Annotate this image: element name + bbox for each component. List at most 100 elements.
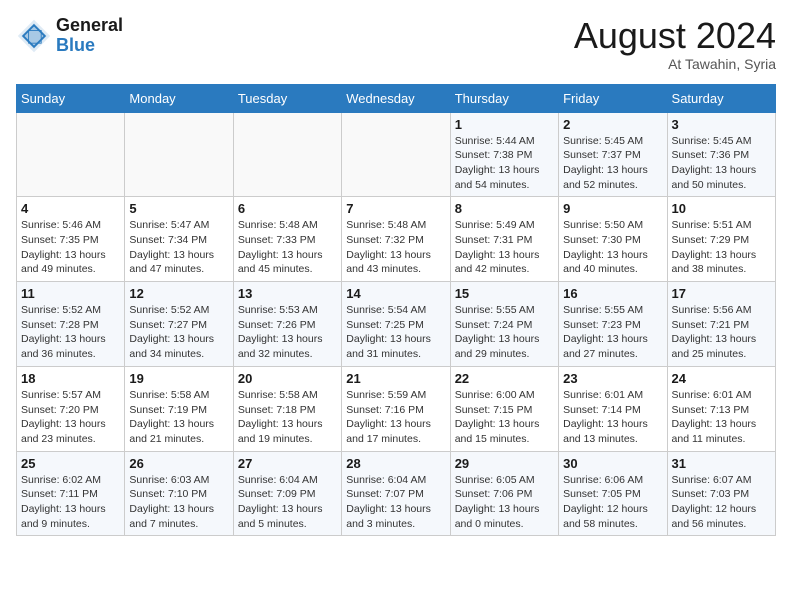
logo: General Blue: [16, 16, 123, 56]
day-info: Sunrise: 5:59 AM Sunset: 7:16 PM Dayligh…: [346, 388, 445, 447]
calendar-cell: 3 Sunrise: 5:45 AM Sunset: 7:36 PM Daylig…: [667, 112, 775, 197]
day-info: Sunrise: 5:54 AM Sunset: 7:25 PM Dayligh…: [346, 303, 445, 362]
calendar-cell: 9 Sunrise: 5:50 AM Sunset: 7:30 PM Daylig…: [559, 197, 667, 282]
calendar-cell: 7Sunrise: 5:48 AM Sunset: 7:32 PM Daylig…: [342, 197, 450, 282]
calendar-week-row: 18 Sunrise: 5:57 AM Sunset: 7:20 PM Dayli…: [17, 366, 776, 451]
day-info: Sunrise: 6:01 AM Sunset: 7:14 PM Dayligh…: [563, 388, 662, 447]
calendar-cell: [233, 112, 341, 197]
calendar-table: SundayMondayTuesdayWednesdayThursdayFrid…: [16, 84, 776, 537]
day-info: Sunrise: 5:52 AM Sunset: 7:28 PM Dayligh…: [21, 303, 120, 362]
calendar-cell: 10 Sunrise: 5:51 AM Sunset: 7:29 PM Dayli…: [667, 197, 775, 282]
day-info: Sunrise: 5:53 AM Sunset: 7:26 PM Dayligh…: [238, 303, 337, 362]
calendar-cell: 30Sunrise: 6:06 AM Sunset: 7:05 PM Dayli…: [559, 451, 667, 536]
day-number: 10: [672, 201, 771, 216]
day-of-week-header: Monday: [125, 84, 233, 112]
day-info: Sunrise: 5:50 AM Sunset: 7:30 PM Dayligh…: [563, 218, 662, 277]
calendar-cell: 29 Sunrise: 6:05 AM Sunset: 7:06 PM Dayli…: [450, 451, 558, 536]
calendar-cell: [17, 112, 125, 197]
calendar-cell: 22Sunrise: 6:00 AM Sunset: 7:15 PM Dayli…: [450, 366, 558, 451]
day-of-week-header: Sunday: [17, 84, 125, 112]
day-number: 26: [129, 456, 228, 471]
day-number: 11: [21, 286, 120, 301]
day-info: Sunrise: 6:03 AM Sunset: 7:10 PM Dayligh…: [129, 473, 228, 532]
calendar-cell: 2Sunrise: 5:45 AM Sunset: 7:37 PM Daylig…: [559, 112, 667, 197]
calendar-cell: 28Sunrise: 6:04 AM Sunset: 7:07 PM Dayli…: [342, 451, 450, 536]
day-number: 2: [563, 117, 662, 132]
calendar-cell: 25 Sunrise: 6:02 AM Sunset: 7:11 PM Dayli…: [17, 451, 125, 536]
day-number: 9: [563, 201, 662, 216]
day-info: Sunrise: 5:58 AM Sunset: 7:18 PM Dayligh…: [238, 388, 337, 447]
day-info: Sunrise: 6:04 AM Sunset: 7:09 PM Dayligh…: [238, 473, 337, 532]
calendar-cell: 13Sunrise: 5:53 AM Sunset: 7:26 PM Dayli…: [233, 282, 341, 367]
day-info: Sunrise: 5:58 AM Sunset: 7:19 PM Dayligh…: [129, 388, 228, 447]
day-info: Sunrise: 5:49 AM Sunset: 7:31 PM Dayligh…: [455, 218, 554, 277]
day-number: 8: [455, 201, 554, 216]
day-number: 18: [21, 371, 120, 386]
day-number: 5: [129, 201, 228, 216]
calendar-cell: 20 Sunrise: 5:58 AM Sunset: 7:18 PM Dayli…: [233, 366, 341, 451]
day-info: Sunrise: 5:48 AM Sunset: 7:32 PM Dayligh…: [346, 218, 445, 277]
month-title: August 2024: [574, 16, 776, 56]
calendar-cell: 21 Sunrise: 5:59 AM Sunset: 7:16 PM Dayli…: [342, 366, 450, 451]
calendar-body: 1Sunrise: 5:44 AM Sunset: 7:38 PM Daylig…: [17, 112, 776, 536]
day-number: 21: [346, 371, 445, 386]
day-number: 15: [455, 286, 554, 301]
day-info: Sunrise: 6:02 AM Sunset: 7:11 PM Dayligh…: [21, 473, 120, 532]
calendar-cell: 31Sunrise: 6:07 AM Sunset: 7:03 PM Dayli…: [667, 451, 775, 536]
calendar-week-row: 4 Sunrise: 5:46 AM Sunset: 7:35 PM Daylig…: [17, 197, 776, 282]
calendar-week-row: 1Sunrise: 5:44 AM Sunset: 7:38 PM Daylig…: [17, 112, 776, 197]
page-header: General Blue August 2024 At Tawahin, Syr…: [16, 16, 776, 72]
calendar-cell: 11 Sunrise: 5:52 AM Sunset: 7:28 PM Dayli…: [17, 282, 125, 367]
day-info: Sunrise: 6:06 AM Sunset: 7:05 PM Dayligh…: [563, 473, 662, 532]
calendar-cell: 26 Sunrise: 6:03 AM Sunset: 7:10 PM Dayli…: [125, 451, 233, 536]
day-of-week-header: Wednesday: [342, 84, 450, 112]
day-info: Sunrise: 5:47 AM Sunset: 7:34 PM Dayligh…: [129, 218, 228, 277]
day-info: Sunrise: 5:55 AM Sunset: 7:23 PM Dayligh…: [563, 303, 662, 362]
day-number: 19: [129, 371, 228, 386]
logo-text: General Blue: [56, 16, 123, 56]
calendar-cell: 18 Sunrise: 5:57 AM Sunset: 7:20 PM Dayli…: [17, 366, 125, 451]
day-info: Sunrise: 5:51 AM Sunset: 7:29 PM Dayligh…: [672, 218, 771, 277]
calendar-cell: [125, 112, 233, 197]
day-info: Sunrise: 5:52 AM Sunset: 7:27 PM Dayligh…: [129, 303, 228, 362]
calendar-header: SundayMondayTuesdayWednesdayThursdayFrid…: [17, 84, 776, 112]
calendar-cell: [342, 112, 450, 197]
day-number: 29: [455, 456, 554, 471]
day-number: 28: [346, 456, 445, 471]
day-info: Sunrise: 6:05 AM Sunset: 7:06 PM Dayligh…: [455, 473, 554, 532]
day-number: 20: [238, 371, 337, 386]
day-number: 23: [563, 371, 662, 386]
day-number: 1: [455, 117, 554, 132]
location-subtitle: At Tawahin, Syria: [574, 56, 776, 72]
calendar-cell: 14Sunrise: 5:54 AM Sunset: 7:25 PM Dayli…: [342, 282, 450, 367]
calendar-cell: 1Sunrise: 5:44 AM Sunset: 7:38 PM Daylig…: [450, 112, 558, 197]
day-info: Sunrise: 5:56 AM Sunset: 7:21 PM Dayligh…: [672, 303, 771, 362]
calendar-cell: 15Sunrise: 5:55 AM Sunset: 7:24 PM Dayli…: [450, 282, 558, 367]
day-of-week-header: Tuesday: [233, 84, 341, 112]
days-of-week-row: SundayMondayTuesdayWednesdayThursdayFrid…: [17, 84, 776, 112]
day-info: Sunrise: 6:00 AM Sunset: 7:15 PM Dayligh…: [455, 388, 554, 447]
title-block: August 2024 At Tawahin, Syria: [574, 16, 776, 72]
day-number: 31: [672, 456, 771, 471]
day-number: 4: [21, 201, 120, 216]
day-info: Sunrise: 5:46 AM Sunset: 7:35 PM Dayligh…: [21, 218, 120, 277]
day-info: Sunrise: 6:01 AM Sunset: 7:13 PM Dayligh…: [672, 388, 771, 447]
calendar-cell: 16 Sunrise: 5:55 AM Sunset: 7:23 PM Dayli…: [559, 282, 667, 367]
calendar-week-row: 11 Sunrise: 5:52 AM Sunset: 7:28 PM Dayli…: [17, 282, 776, 367]
calendar-cell: 24 Sunrise: 6:01 AM Sunset: 7:13 PM Dayli…: [667, 366, 775, 451]
calendar-cell: 19 Sunrise: 5:58 AM Sunset: 7:19 PM Dayli…: [125, 366, 233, 451]
day-number: 3: [672, 117, 771, 132]
day-number: 27: [238, 456, 337, 471]
calendar-cell: 27 Sunrise: 6:04 AM Sunset: 7:09 PM Dayli…: [233, 451, 341, 536]
day-info: Sunrise: 5:45 AM Sunset: 7:36 PM Dayligh…: [672, 134, 771, 193]
day-number: 16: [563, 286, 662, 301]
calendar-cell: 23 Sunrise: 6:01 AM Sunset: 7:14 PM Dayli…: [559, 366, 667, 451]
day-number: 24: [672, 371, 771, 386]
calendar-cell: 17 Sunrise: 5:56 AM Sunset: 7:21 PM Dayli…: [667, 282, 775, 367]
day-number: 25: [21, 456, 120, 471]
day-number: 17: [672, 286, 771, 301]
day-of-week-header: Thursday: [450, 84, 558, 112]
calendar-cell: 12Sunrise: 5:52 AM Sunset: 7:27 PM Dayli…: [125, 282, 233, 367]
day-number: 6: [238, 201, 337, 216]
day-info: Sunrise: 5:57 AM Sunset: 7:20 PM Dayligh…: [21, 388, 120, 447]
